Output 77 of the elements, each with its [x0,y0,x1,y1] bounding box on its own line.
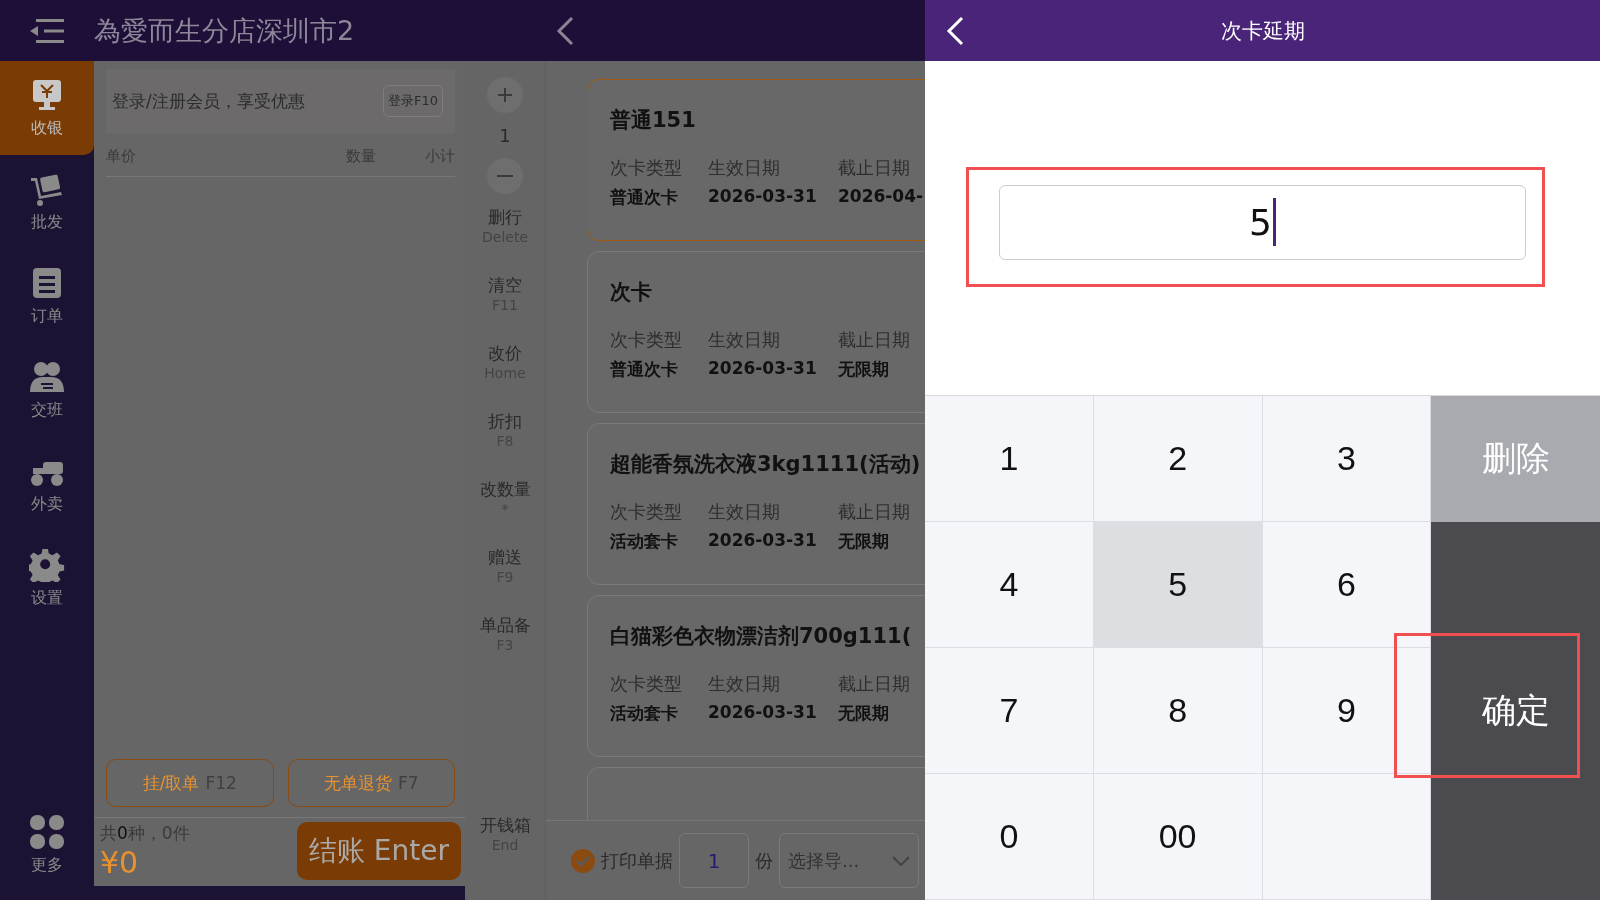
key-button[interactable]: 0 [925,774,1094,900]
check-icon [576,854,590,867]
field-label: 截止日期 [838,328,911,352]
confirm-button[interactable]: 确定 [1431,522,1600,900]
login-button[interactable]: 登录F10 [382,85,443,117]
dialog-title: 次卡延期 [1220,18,1305,43]
card-title: 次卡 [610,279,653,306]
print-checkbox[interactable] [571,848,595,873]
store-name: 為愛而生分店深圳市2 [94,13,356,48]
sidebar-item[interactable]: 外卖 [0,437,94,531]
card-title: 白猫彩色衣物漂洁剂700g111( [610,623,913,650]
key-button[interactable]: 7 [925,648,1094,774]
print-label: 打印单据 [601,848,673,873]
field-value: 2026-03-31 [708,186,818,208]
field-label: 次卡类型 [610,328,683,352]
settings-icon [29,547,65,582]
field-value: 普通次卡 [610,358,679,381]
field-label: 次卡类型 [610,672,683,696]
field-value: 2026-03-31 [708,530,818,552]
card[interactable]: 次卡 次卡类型 生效日期 截止日期 普通次卡 2026-03-31 无限期 [587,251,925,413]
field-label: 生效日期 [708,500,781,524]
field-value: 无限期 [838,702,890,725]
number-field[interactable]: 5 [999,184,1526,260]
key-button[interactable]: 6 [1262,522,1432,648]
field-label: 生效日期 [708,672,781,696]
increase-button[interactable] [487,77,523,113]
delete-button[interactable]: 删除 [1431,396,1600,522]
key-button[interactable]: 4 [925,522,1094,648]
field-label: 截止日期 [838,156,911,180]
field-value: 普通次卡 [610,186,679,209]
key-button[interactable]: 5 [1093,522,1263,648]
field-label: 次卡类型 [610,500,683,524]
sidebar-item[interactable]: 交班 [0,343,94,437]
field-value: 2026-03-31 [708,358,818,380]
field-value: 2026-04- [838,186,925,208]
back-icon [945,15,965,46]
card[interactable]: 超能香氛洗衣液3kg1111(活动) 次卡类型 生效日期 截止日期 活动套卡 2026-03-31 无限期 [587,423,925,585]
field-value: 活动套卡 [610,702,679,725]
plus-icon [497,87,513,103]
member-prompt: 登录/注册会员，享受优惠 [112,89,305,113]
action-button[interactable]: 改数量 * [465,478,545,534]
menu-icon [30,16,64,45]
checkout-button[interactable]: 结账 Enter [296,822,461,880]
key-button[interactable]: 8 [1093,648,1263,774]
field-value: 2026-03-31 [708,702,818,724]
decrease-button[interactable] [487,158,523,194]
field-label: 截止日期 [838,500,911,524]
key-button[interactable]: 9 [1262,648,1432,774]
sidebar-item[interactable]: 批发 [0,155,94,249]
grid-icon [30,814,64,849]
field-value: 无限期 [838,530,890,553]
field-label: 生效日期 [708,328,781,352]
people-icon [29,359,65,394]
key-button[interactable]: 2 [1093,396,1263,522]
minus-icon [497,175,513,177]
card-title: 普通151 [610,107,697,134]
field-value: 活动套卡 [610,530,679,553]
card[interactable]: 白猫彩色衣物漂洁剂700g111( 次卡类型 生效日期 截止日期 活动套卡 2026-03-31 无限期 [587,595,925,757]
copies-field[interactable]: 1 [679,833,749,888]
back-icon [555,15,575,46]
card[interactable]: 普通151 次卡类型 生效日期 截止日期 普通次卡 2026-03-31 2026-04- [587,79,925,241]
field-label: 次卡类型 [610,156,683,180]
key-button[interactable]: 00 [1093,774,1263,900]
sidebar-item[interactable]: 设置 [0,531,94,625]
card-title: 超能香氛洗衣液3kg1111(活动) [610,451,922,478]
field-label: 截止日期 [838,672,911,696]
field-value: 无限期 [838,358,890,381]
key-button[interactable]: 3 [1262,396,1432,522]
total-amount: ¥0 [100,845,140,880]
field-label: 生效日期 [708,156,781,180]
chevron-down-icon [892,855,910,866]
sidebar-item[interactable]: 订单 [0,249,94,343]
sidebar-item[interactable]: 收银 [0,61,94,155]
key-button[interactable]: 1 [925,396,1094,522]
more-button[interactable]: 更多 [0,798,94,892]
copies-unit: 份 [755,848,773,873]
quantity-value: 1 [499,125,511,146]
